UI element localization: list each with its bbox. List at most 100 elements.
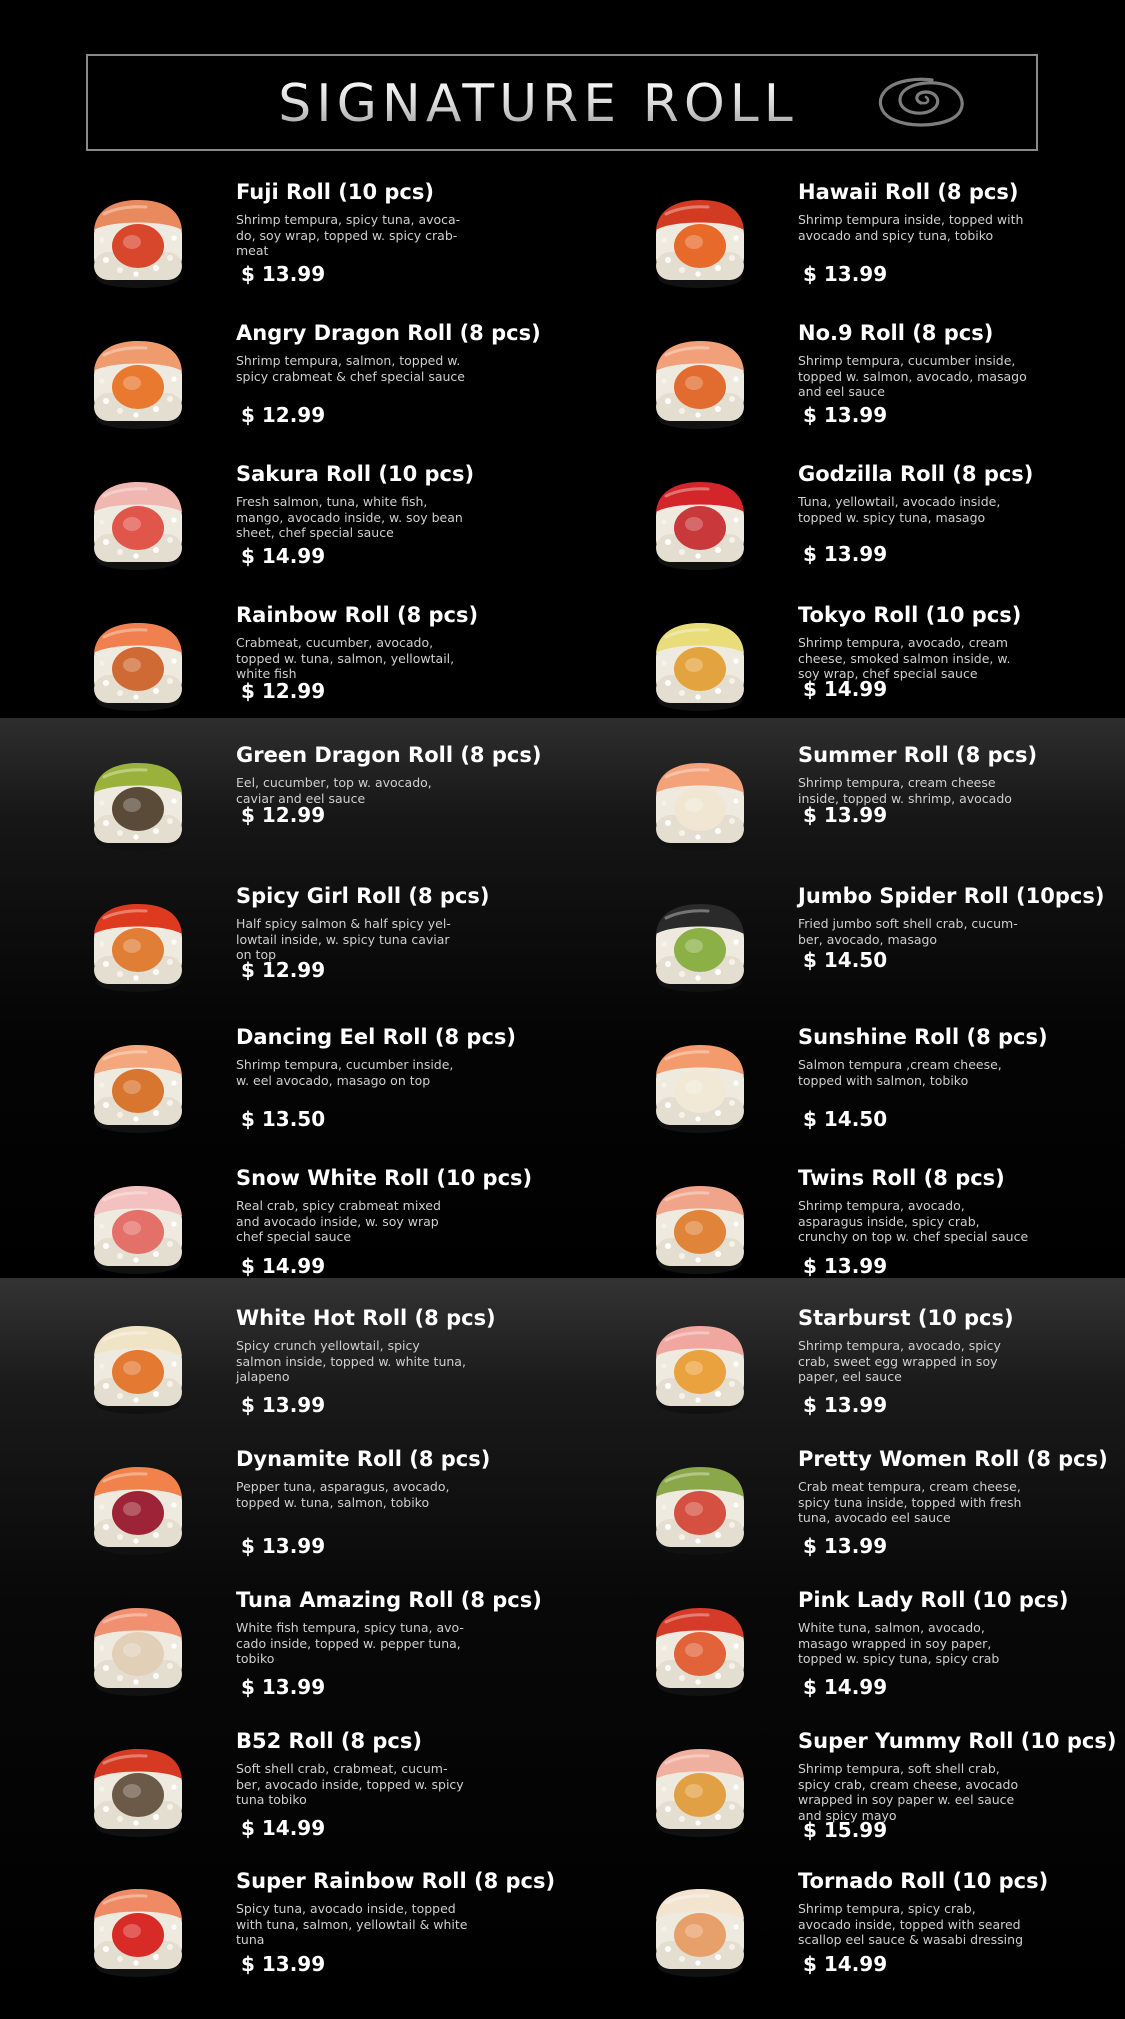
item-name: Angry Dragon Roll (8 pcs) bbox=[236, 321, 541, 345]
sushi-roll-image bbox=[656, 200, 744, 288]
item-description: Salmon tempura ,cream cheese, topped wit… bbox=[798, 1057, 1002, 1088]
sushi-roll-image bbox=[94, 200, 182, 288]
item-price: $ 14.50 bbox=[803, 1107, 888, 1131]
item-price: $ 14.99 bbox=[241, 544, 326, 568]
item-price: $ 13.99 bbox=[803, 403, 888, 427]
item-price: $ 14.99 bbox=[803, 1675, 888, 1699]
sushi-roll-image bbox=[94, 1608, 182, 1696]
menu-item: Starburst (10 pcs) Shrimp tempura, avocad… bbox=[648, 1306, 1125, 1456]
menu-item: Snow White Roll (10 pcs) Real crab, spicy… bbox=[86, 1166, 586, 1316]
menu-item: Super Rainbow Roll (8 pcs) Spicy tuna, av… bbox=[86, 1869, 586, 2019]
menu-item: B52 Roll (8 pcs) Soft shell crab, crabmea… bbox=[86, 1729, 586, 1879]
sushi-roll-image bbox=[94, 1467, 182, 1555]
menu-item: Green Dragon Roll (8 pcs) Eel, cucumber, … bbox=[86, 743, 586, 893]
item-name: Pretty Women Roll (8 pcs) bbox=[798, 1447, 1108, 1471]
item-name: Green Dragon Roll (8 pcs) bbox=[236, 743, 542, 767]
item-description: Shrimp tempura, salmon, topped w. spicy … bbox=[236, 353, 465, 384]
item-name: Snow White Roll (10 pcs) bbox=[236, 1166, 533, 1190]
item-description: Shrimp tempura, spicy tuna, avoca-do, so… bbox=[236, 212, 461, 258]
menu-item: Summer Roll (8 pcs) Shrimp tempura, cream… bbox=[648, 743, 1125, 893]
item-price: $ 14.99 bbox=[241, 1254, 326, 1278]
item-name: Tuna Amazing Roll (8 pcs) bbox=[236, 1588, 542, 1612]
item-description: Spicy crunch yellowtail, spicy salmon in… bbox=[236, 1338, 466, 1384]
item-price: $ 14.99 bbox=[241, 1816, 326, 1840]
sushi-roll-image bbox=[94, 1889, 182, 1977]
item-name: Pink Lady Roll (10 pcs) bbox=[798, 1588, 1069, 1612]
item-description: Shrimp tempura, cream cheese inside, top… bbox=[798, 775, 1012, 806]
item-price: $ 12.99 bbox=[241, 403, 326, 427]
item-description: Shrimp tempura, avocado, asparagus insid… bbox=[798, 1198, 1029, 1244]
page-title: SIGNATURE ROLL bbox=[268, 76, 808, 132]
menu-item: Dancing Eel Roll (8 pcs) Shrimp tempura, … bbox=[86, 1025, 586, 1175]
item-description: Shrimp tempura, spicy crab, avocado insi… bbox=[798, 1901, 1024, 1947]
menu-item: Rainbow Roll (8 pcs) Crabmeat, cucumber, … bbox=[86, 603, 586, 753]
item-price: $ 13.99 bbox=[241, 1952, 326, 1976]
item-name: No.9 Roll (8 pcs) bbox=[798, 321, 994, 345]
item-name: White Hot Roll (8 pcs) bbox=[236, 1306, 496, 1330]
sushi-roll-image bbox=[94, 1749, 182, 1837]
sushi-roll-image bbox=[656, 904, 744, 992]
sushi-roll-image bbox=[94, 1326, 182, 1414]
sushi-roll-image bbox=[656, 1749, 744, 1837]
item-price: $ 13.99 bbox=[241, 1534, 326, 1558]
swirl-logo-icon bbox=[878, 77, 964, 127]
item-description: Tuna, yellowtail, avocado inside, topped… bbox=[798, 494, 1001, 525]
sushi-roll-image bbox=[656, 1467, 744, 1555]
item-price: $ 14.99 bbox=[803, 1952, 888, 1976]
item-name: Sunshine Roll (8 pcs) bbox=[798, 1025, 1048, 1049]
item-name: Godzilla Roll (8 pcs) bbox=[798, 462, 1034, 486]
sushi-roll-image bbox=[94, 904, 182, 992]
item-price: $ 13.99 bbox=[803, 1534, 888, 1558]
item-description: Spicy tuna, avocado inside, topped with … bbox=[236, 1901, 468, 1947]
menu-item: Pretty Women Roll (8 pcs) Crab meat tempu… bbox=[648, 1447, 1125, 1597]
item-description: White fish tempura, spicy tuna, avo-cado… bbox=[236, 1620, 464, 1666]
menu-item: White Hot Roll (8 pcs) Spicy crunch yello… bbox=[86, 1306, 586, 1456]
sushi-roll-image bbox=[94, 623, 182, 711]
sushi-roll-image bbox=[656, 763, 744, 851]
sushi-roll-image bbox=[656, 482, 744, 570]
sushi-roll-image bbox=[94, 763, 182, 851]
sushi-roll-image bbox=[94, 341, 182, 429]
item-price: $ 13.99 bbox=[803, 542, 888, 566]
sushi-roll-image bbox=[656, 1045, 744, 1133]
sushi-roll-image bbox=[656, 623, 744, 711]
item-description: Shrimp tempura, avocado, cream cheese, s… bbox=[798, 635, 1011, 681]
sushi-roll-image bbox=[94, 482, 182, 570]
item-price: $ 15.99 bbox=[803, 1818, 888, 1842]
menu-item: Tornado Roll (10 pcs) Shrimp tempura, spi… bbox=[648, 1869, 1125, 2019]
item-price: $ 13.99 bbox=[241, 1675, 326, 1699]
menu-item: Sunshine Roll (8 pcs) Salmon tempura ,cre… bbox=[648, 1025, 1125, 1175]
item-price: $ 13.99 bbox=[803, 262, 888, 286]
item-price: $ 12.99 bbox=[241, 803, 326, 827]
item-price: $ 14.50 bbox=[803, 948, 888, 972]
menu-item: Tuna Amazing Roll (8 pcs) White fish temp… bbox=[86, 1588, 586, 1738]
sushi-roll-image bbox=[94, 1045, 182, 1133]
item-name: Jumbo Spider Roll (10pcs) bbox=[798, 884, 1105, 908]
item-name: Tornado Roll (10 pcs) bbox=[798, 1869, 1049, 1893]
menu-item: Twins Roll (8 pcs) Shrimp tempura, avocad… bbox=[648, 1166, 1125, 1316]
menu-item: Angry Dragon Roll (8 pcs) Shrimp tempura,… bbox=[86, 321, 586, 471]
item-description: White tuna, salmon, avocado, masago wrap… bbox=[798, 1620, 1000, 1666]
item-description: Fried jumbo soft shell crab, cucum-ber, … bbox=[798, 916, 1018, 947]
item-price: $ 13.50 bbox=[241, 1107, 326, 1131]
menu-item: Dynamite Roll (8 pcs) Pepper tuna, aspara… bbox=[86, 1447, 586, 1597]
sushi-roll-image bbox=[656, 1889, 744, 1977]
item-price: $ 12.99 bbox=[241, 958, 326, 982]
menu-item: Super Yummy Roll (10 pcs) Shrimp tempura,… bbox=[648, 1729, 1125, 1879]
item-price: $ 14.99 bbox=[803, 677, 888, 701]
item-name: Summer Roll (8 pcs) bbox=[798, 743, 1038, 767]
menu-item: Sakura Roll (10 pcs) Fresh salmon, tuna, … bbox=[86, 462, 586, 612]
item-name: Super Yummy Roll (10 pcs) bbox=[798, 1729, 1117, 1753]
item-name: Twins Roll (8 pcs) bbox=[798, 1166, 1005, 1190]
menu-item: Spicy Girl Roll (8 pcs) Half spicy salmon… bbox=[86, 884, 586, 1034]
item-name: Starburst (10 pcs) bbox=[798, 1306, 1014, 1330]
sushi-roll-image bbox=[656, 1186, 744, 1274]
item-description: Crab meat tempura, cream cheese, spicy t… bbox=[798, 1479, 1022, 1525]
item-name: Spicy Girl Roll (8 pcs) bbox=[236, 884, 490, 908]
item-description: Fresh salmon, tuna, white fish, mango, a… bbox=[236, 494, 463, 540]
item-price: $ 13.99 bbox=[803, 803, 888, 827]
item-description: Pepper tuna, asparagus, avocado, topped … bbox=[236, 1479, 450, 1510]
item-description: Eel, cucumber, top w. avocado, caviar an… bbox=[236, 775, 432, 806]
sushi-roll-image bbox=[94, 1186, 182, 1274]
item-name: Tokyo Roll (10 pcs) bbox=[798, 603, 1022, 627]
